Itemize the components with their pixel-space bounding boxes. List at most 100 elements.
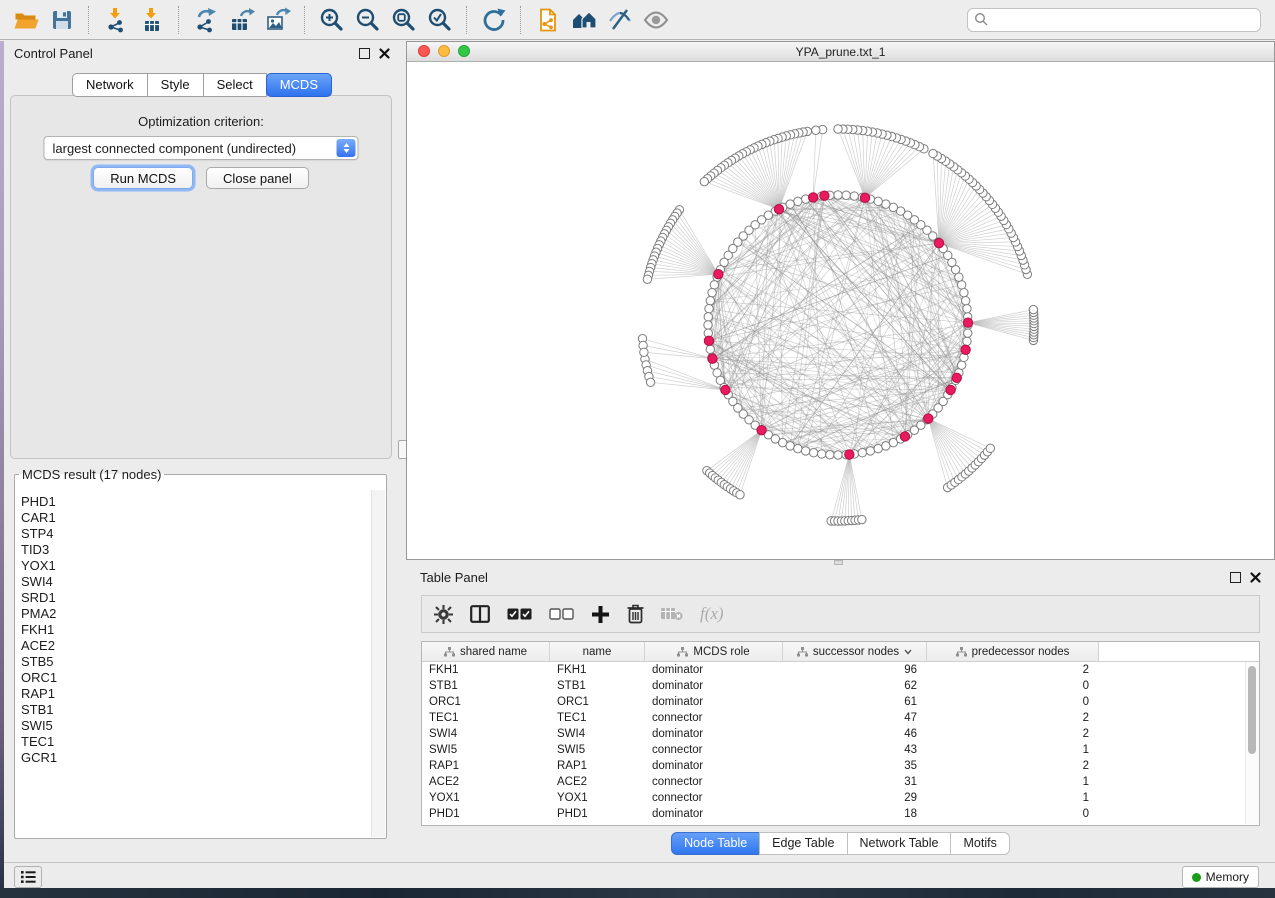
tab-select[interactable]: Select bbox=[203, 73, 267, 97]
cell-predecessor-nodes[interactable]: 0 bbox=[927, 680, 1099, 692]
mcds-result-item[interactable]: SWI5 bbox=[21, 718, 371, 734]
cell-successor-nodes[interactable]: 29 bbox=[783, 792, 927, 804]
deselect-all-checks-icon[interactable] bbox=[549, 608, 574, 620]
cell-successor-nodes[interactable]: 61 bbox=[783, 696, 927, 708]
mcds-result-item[interactable]: SWI4 bbox=[21, 574, 371, 590]
cell-shared-name[interactable]: ACE2 bbox=[422, 776, 550, 788]
save-session-icon[interactable] bbox=[46, 4, 78, 36]
cell-successor-nodes[interactable]: 46 bbox=[783, 728, 927, 740]
close-panel-button[interactable]: Close panel bbox=[206, 167, 309, 189]
memory-button[interactable]: Memory bbox=[1182, 866, 1259, 888]
open-session-icon[interactable] bbox=[10, 4, 42, 36]
zoom-in-icon[interactable] bbox=[316, 4, 348, 36]
cell-shared-name[interactable]: SWI5 bbox=[422, 744, 550, 756]
table-row[interactable]: RAP1RAP1dominator352 bbox=[422, 758, 1259, 774]
export-image-icon[interactable] bbox=[262, 4, 294, 36]
cell-MCDS-role[interactable]: connector bbox=[645, 744, 783, 756]
float-panel-icon[interactable] bbox=[359, 48, 370, 59]
cell-successor-nodes[interactable]: 31 bbox=[783, 776, 927, 788]
close-window-icon[interactable] bbox=[418, 45, 430, 57]
cell-shared-name[interactable]: RAP1 bbox=[422, 760, 550, 772]
cell-predecessor-nodes[interactable]: 2 bbox=[927, 664, 1099, 676]
cell-name[interactable]: TEC1 bbox=[550, 712, 645, 724]
column-header-MCDS-role[interactable]: MCDS role bbox=[645, 642, 783, 661]
cell-shared-name[interactable]: SWI4 bbox=[422, 728, 550, 740]
cell-name[interactable]: PHD1 bbox=[550, 808, 645, 820]
show-column-panel-icon[interactable] bbox=[470, 605, 490, 623]
cell-MCDS-role[interactable]: dominator bbox=[645, 728, 783, 740]
cell-successor-nodes[interactable]: 62 bbox=[783, 680, 927, 692]
cell-name[interactable]: RAP1 bbox=[550, 760, 645, 772]
table-settings-gear-icon[interactable] bbox=[434, 605, 453, 624]
cell-successor-nodes[interactable]: 43 bbox=[783, 744, 927, 756]
cell-shared-name[interactable]: STB1 bbox=[422, 680, 550, 692]
add-column-plus-icon[interactable] bbox=[591, 605, 610, 624]
hide-graphics-details-icon[interactable] bbox=[604, 4, 636, 36]
cell-name[interactable]: ACE2 bbox=[550, 776, 645, 788]
column-header-shared-name[interactable]: shared name bbox=[422, 642, 550, 661]
cell-MCDS-role[interactable]: dominator bbox=[645, 696, 783, 708]
network-overview-icon[interactable] bbox=[568, 4, 600, 36]
cell-predecessor-nodes[interactable]: 0 bbox=[927, 808, 1099, 820]
zoom-fit-icon[interactable] bbox=[388, 4, 420, 36]
cell-name[interactable]: FKH1 bbox=[550, 664, 645, 676]
tab-network[interactable]: Network bbox=[72, 73, 148, 97]
export-table-icon[interactable] bbox=[226, 4, 258, 36]
mcds-result-item[interactable]: STB5 bbox=[21, 654, 371, 670]
export-network-icon[interactable] bbox=[190, 4, 222, 36]
close-panel-icon[interactable] bbox=[379, 48, 390, 59]
cell-predecessor-nodes[interactable]: 2 bbox=[927, 728, 1099, 740]
search-box[interactable] bbox=[967, 8, 1261, 32]
cell-name[interactable]: YOX1 bbox=[550, 792, 645, 804]
cell-MCDS-role[interactable]: connector bbox=[645, 776, 783, 788]
mcds-result-item[interactable]: TEC1 bbox=[21, 734, 371, 750]
mcds-result-item[interactable]: ORC1 bbox=[21, 670, 371, 686]
cell-MCDS-role[interactable]: dominator bbox=[645, 664, 783, 676]
column-header-name[interactable]: name bbox=[550, 642, 645, 661]
cell-name[interactable]: ORC1 bbox=[550, 696, 645, 708]
run-mcds-button[interactable]: Run MCDS bbox=[93, 167, 193, 189]
cell-name[interactable]: SWI4 bbox=[550, 728, 645, 740]
mcds-result-item[interactable]: GCR1 bbox=[21, 750, 371, 766]
minimize-window-icon[interactable] bbox=[438, 45, 450, 57]
optimization-criterion-select[interactable]: largest connected component (undirected) bbox=[44, 136, 359, 160]
cell-predecessor-nodes[interactable]: 2 bbox=[927, 712, 1099, 724]
cell-successor-nodes[interactable]: 18 bbox=[783, 808, 927, 820]
cell-predecessor-nodes[interactable]: 0 bbox=[927, 696, 1099, 708]
column-header-successor-nodes[interactable]: successor nodes bbox=[783, 642, 927, 661]
table-row[interactable]: SWI5SWI5connector431 bbox=[422, 742, 1259, 758]
cell-successor-nodes[interactable]: 35 bbox=[783, 760, 927, 772]
cell-successor-nodes[interactable]: 96 bbox=[783, 664, 927, 676]
cell-predecessor-nodes[interactable]: 1 bbox=[927, 744, 1099, 756]
cell-predecessor-nodes[interactable]: 1 bbox=[927, 776, 1099, 788]
column-header-predecessor-nodes[interactable]: predecessor nodes bbox=[927, 642, 1099, 661]
mcds-result-item[interactable]: STB1 bbox=[21, 702, 371, 718]
tab-node-table[interactable]: Node Table bbox=[671, 832, 760, 855]
close-panel-icon[interactable] bbox=[1250, 572, 1261, 583]
delete-column-trash-icon[interactable] bbox=[627, 604, 644, 624]
search-input[interactable] bbox=[989, 10, 1260, 30]
cell-MCDS-role[interactable]: dominator bbox=[645, 808, 783, 820]
mcds-result-item[interactable]: STP4 bbox=[21, 526, 371, 542]
cell-MCDS-role[interactable]: connector bbox=[645, 712, 783, 724]
cell-shared-name[interactable]: ORC1 bbox=[422, 696, 550, 708]
zoom-selected-icon[interactable] bbox=[424, 4, 456, 36]
cell-MCDS-role[interactable]: dominator bbox=[645, 760, 783, 772]
table-row[interactable]: TEC1TEC1connector472 bbox=[422, 710, 1259, 726]
tab-motifs[interactable]: Motifs bbox=[950, 832, 1009, 855]
refresh-icon[interactable] bbox=[478, 4, 510, 36]
cell-MCDS-role[interactable]: dominator bbox=[645, 680, 783, 692]
zoom-out-icon[interactable] bbox=[352, 4, 384, 36]
import-table-icon[interactable] bbox=[136, 4, 168, 36]
cell-name[interactable]: STB1 bbox=[550, 680, 645, 692]
tab-mcds[interactable]: MCDS bbox=[266, 73, 332, 97]
mcds-result-item[interactable]: FKH1 bbox=[21, 622, 371, 638]
table-scrollbar[interactable] bbox=[1245, 662, 1259, 824]
network-window-titlebar[interactable]: YPA_prune.txt_1 bbox=[407, 42, 1274, 62]
cell-shared-name[interactable]: YOX1 bbox=[422, 792, 550, 804]
mcds-list-scrollbar[interactable] bbox=[371, 490, 385, 837]
cell-shared-name[interactable]: FKH1 bbox=[422, 664, 550, 676]
table-row[interactable]: SWI4SWI4dominator462 bbox=[422, 726, 1259, 742]
table-row[interactable]: ORC1ORC1dominator610 bbox=[422, 694, 1259, 710]
cell-shared-name[interactable]: TEC1 bbox=[422, 712, 550, 724]
